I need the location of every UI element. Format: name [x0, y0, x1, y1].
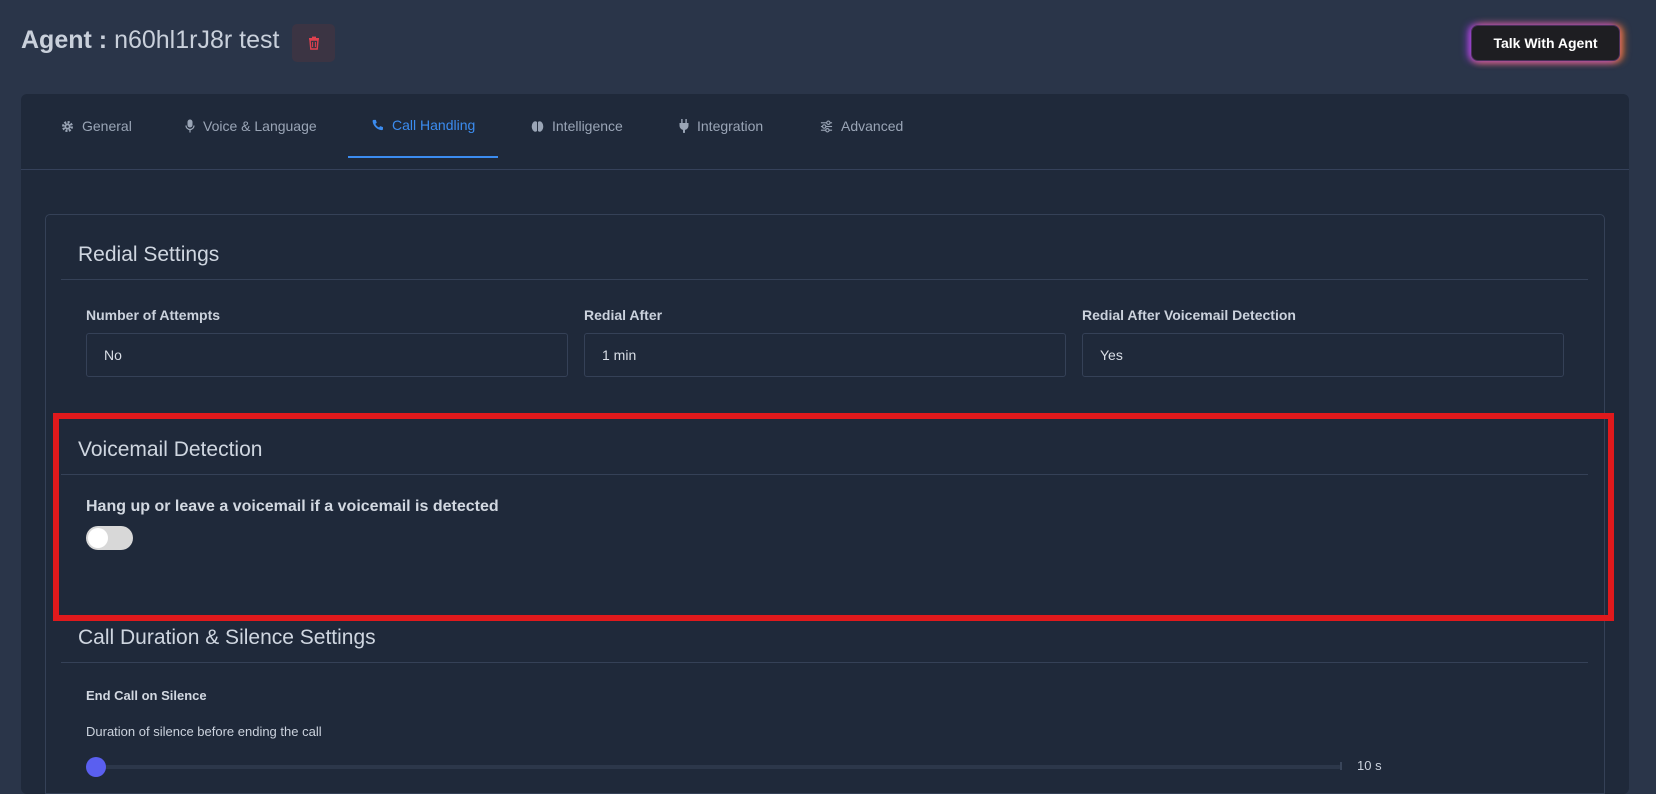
tab-voice-language[interactable]: Voice & Language: [185, 94, 317, 158]
redial-after-voicemail-value: Yes: [1100, 347, 1123, 363]
page-title: Agent : n60hl1rJ8r test: [21, 26, 279, 55]
tab-label: Voice & Language: [203, 118, 317, 134]
section-divider: [61, 279, 1588, 280]
tab-label: Integration: [697, 118, 764, 134]
tab-bar: General Voice & Language Call Handling I…: [21, 94, 1629, 170]
number-of-attempts-select[interactable]: No: [86, 333, 568, 377]
tab-label: Intelligence: [552, 118, 623, 134]
redial-settings-title: Redial Settings: [78, 243, 220, 266]
plug-icon: [679, 119, 689, 133]
redial-after-label: Redial After: [584, 307, 663, 323]
talk-with-agent-button[interactable]: Talk With Agent: [1471, 25, 1620, 61]
slider-end-tick: [1340, 762, 1342, 770]
redial-after-voicemail-select[interactable]: Yes: [1082, 333, 1564, 377]
number-of-attempts-label: Number of Attempts: [86, 307, 221, 323]
tab-intelligence[interactable]: Intelligence: [531, 94, 623, 158]
silence-duration-description: Duration of silence before ending the ca…: [86, 724, 322, 739]
redial-after-value: 1 min: [602, 347, 637, 363]
tab-advanced[interactable]: Advanced: [820, 94, 903, 158]
highlight-box: [53, 413, 1614, 621]
page-header: Agent : n60hl1rJ8r test Talk With Agent: [0, 0, 1656, 94]
end-call-on-silence-label: End Call on Silence: [86, 688, 207, 703]
silence-slider-value: 10 s: [1357, 758, 1382, 773]
redial-after-voicemail-label: Redial After Voicemail Detection: [1082, 307, 1296, 323]
microphone-icon: [185, 119, 195, 133]
number-of-attempts-value: No: [104, 347, 122, 363]
brain-icon: [531, 120, 544, 132]
tab-call-handling[interactable]: Call Handling: [348, 94, 499, 158]
delete-agent-button[interactable]: [292, 24, 335, 62]
sliders-icon: [820, 120, 833, 132]
agent-title-prefix: Agent :: [21, 26, 108, 54]
tab-label: Advanced: [841, 118, 904, 134]
gear-icon: [62, 120, 73, 132]
trash-icon: [308, 36, 319, 50]
phone-icon: [372, 119, 383, 130]
section-divider: [61, 662, 1588, 663]
tab-label: General: [82, 118, 132, 134]
tab-general[interactable]: General: [61, 94, 132, 158]
tab-label: Call Handling: [392, 117, 476, 133]
agent-name: n60hl1rJ8r test: [114, 26, 280, 54]
tab-integration[interactable]: Integration: [679, 94, 763, 158]
silence-slider-thumb[interactable]: [86, 757, 106, 777]
silence-slider-track[interactable]: [86, 765, 1341, 769]
redial-after-select[interactable]: 1 min: [584, 333, 1066, 377]
call-duration-title: Call Duration & Silence Settings: [78, 626, 376, 649]
